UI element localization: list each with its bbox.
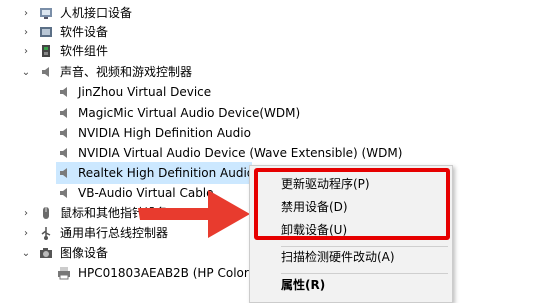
tree-item-imaging[interactable]: ⌄ 图像设备 <box>20 242 108 264</box>
chevron-down-icon[interactable]: ⌄ <box>20 247 32 259</box>
menu-item-uninstall-device[interactable]: 卸载设备(U) <box>250 218 452 242</box>
software-device-icon <box>38 24 54 40</box>
tree-item-label: HPC01803AEAB2B (HP Color <box>78 266 249 280</box>
tree-item-audio-device-selected[interactable]: Realtek High Definition Audio <box>56 162 255 184</box>
camera-icon <box>38 245 54 261</box>
tree-item-audio-device[interactable]: NVIDIA High Definition Audio <box>56 122 251 144</box>
menu-item-disable-device[interactable]: 禁用设备(D) <box>250 195 452 219</box>
hid-icon <box>38 5 54 21</box>
tree-item-label: NVIDIA High Definition Audio <box>78 126 251 140</box>
tree-item-label: Realtek High Definition Audio <box>78 166 255 180</box>
tree-item-sound-video-game[interactable]: ⌄ 声音、视频和游戏控制器 <box>20 61 192 83</box>
speaker-icon <box>56 125 72 141</box>
menu-item-properties[interactable]: 属性(R) <box>250 273 452 297</box>
chevron-right-icon[interactable]: › <box>20 7 32 19</box>
speaker-icon <box>56 84 72 100</box>
tree-item-label: 鼠标和其他指针设备 <box>60 206 169 220</box>
chevron-down-icon[interactable]: ⌄ <box>20 66 32 78</box>
speaker-icon <box>56 185 72 201</box>
speaker-icon <box>56 165 72 181</box>
chevron-right-icon[interactable]: › <box>20 26 32 38</box>
printer-icon <box>56 265 72 281</box>
chevron-right-icon[interactable]: › <box>20 227 32 239</box>
context-menu: 更新驱动程序(P) 禁用设备(D) 卸载设备(U) 扫描检测硬件改动(A) 属性… <box>249 165 453 303</box>
tree-item-label: 声音、视频和游戏控制器 <box>60 65 193 79</box>
tree-item-label: VB-Audio Virtual Cable <box>78 186 214 200</box>
menu-item-update-driver[interactable]: 更新驱动程序(P) <box>250 172 452 196</box>
tree-item-label: MagicMic Virtual Audio Device(WDM) <box>78 106 301 120</box>
speaker-icon <box>56 145 72 161</box>
tree-item-audio-device[interactable]: MagicMic Virtual Audio Device(WDM) <box>56 102 300 124</box>
software-component-icon <box>38 43 54 59</box>
mouse-icon <box>38 205 54 221</box>
tree-item-audio-device[interactable]: NVIDIA Virtual Audio Device (Wave Extens… <box>56 142 402 164</box>
tree-item-label: 图像设备 <box>60 246 109 260</box>
speaker-icon <box>38 64 54 80</box>
usb-icon <box>38 225 54 241</box>
menu-item-scan-hardware[interactable]: 扫描检测硬件改动(A) <box>250 245 452 269</box>
tree-item-audio-device[interactable]: VB-Audio Virtual Cable <box>56 182 214 204</box>
tree-item-audio-device[interactable]: JinZhou Virtual Device <box>56 81 211 103</box>
chevron-right-icon[interactable]: › <box>20 45 32 57</box>
speaker-icon <box>56 105 72 121</box>
tree-item-label: 通用串行总线控制器 <box>60 226 169 240</box>
tree-item-software-components[interactable]: › 软件组件 <box>20 40 108 62</box>
tree-item-printer[interactable]: HPC01803AEAB2B (HP Color <box>56 262 249 284</box>
chevron-right-icon[interactable]: › <box>20 207 32 219</box>
tree-item-label: JinZhou Virtual Device <box>78 85 212 99</box>
tree-item-label: NVIDIA Virtual Audio Device (Wave Extens… <box>78 146 403 160</box>
tree-item-usb[interactable]: › 通用串行总线控制器 <box>20 222 168 244</box>
tree-item-mice[interactable]: › 鼠标和其他指针设备 <box>20 202 168 224</box>
tree-item-label: 软件组件 <box>60 44 109 58</box>
